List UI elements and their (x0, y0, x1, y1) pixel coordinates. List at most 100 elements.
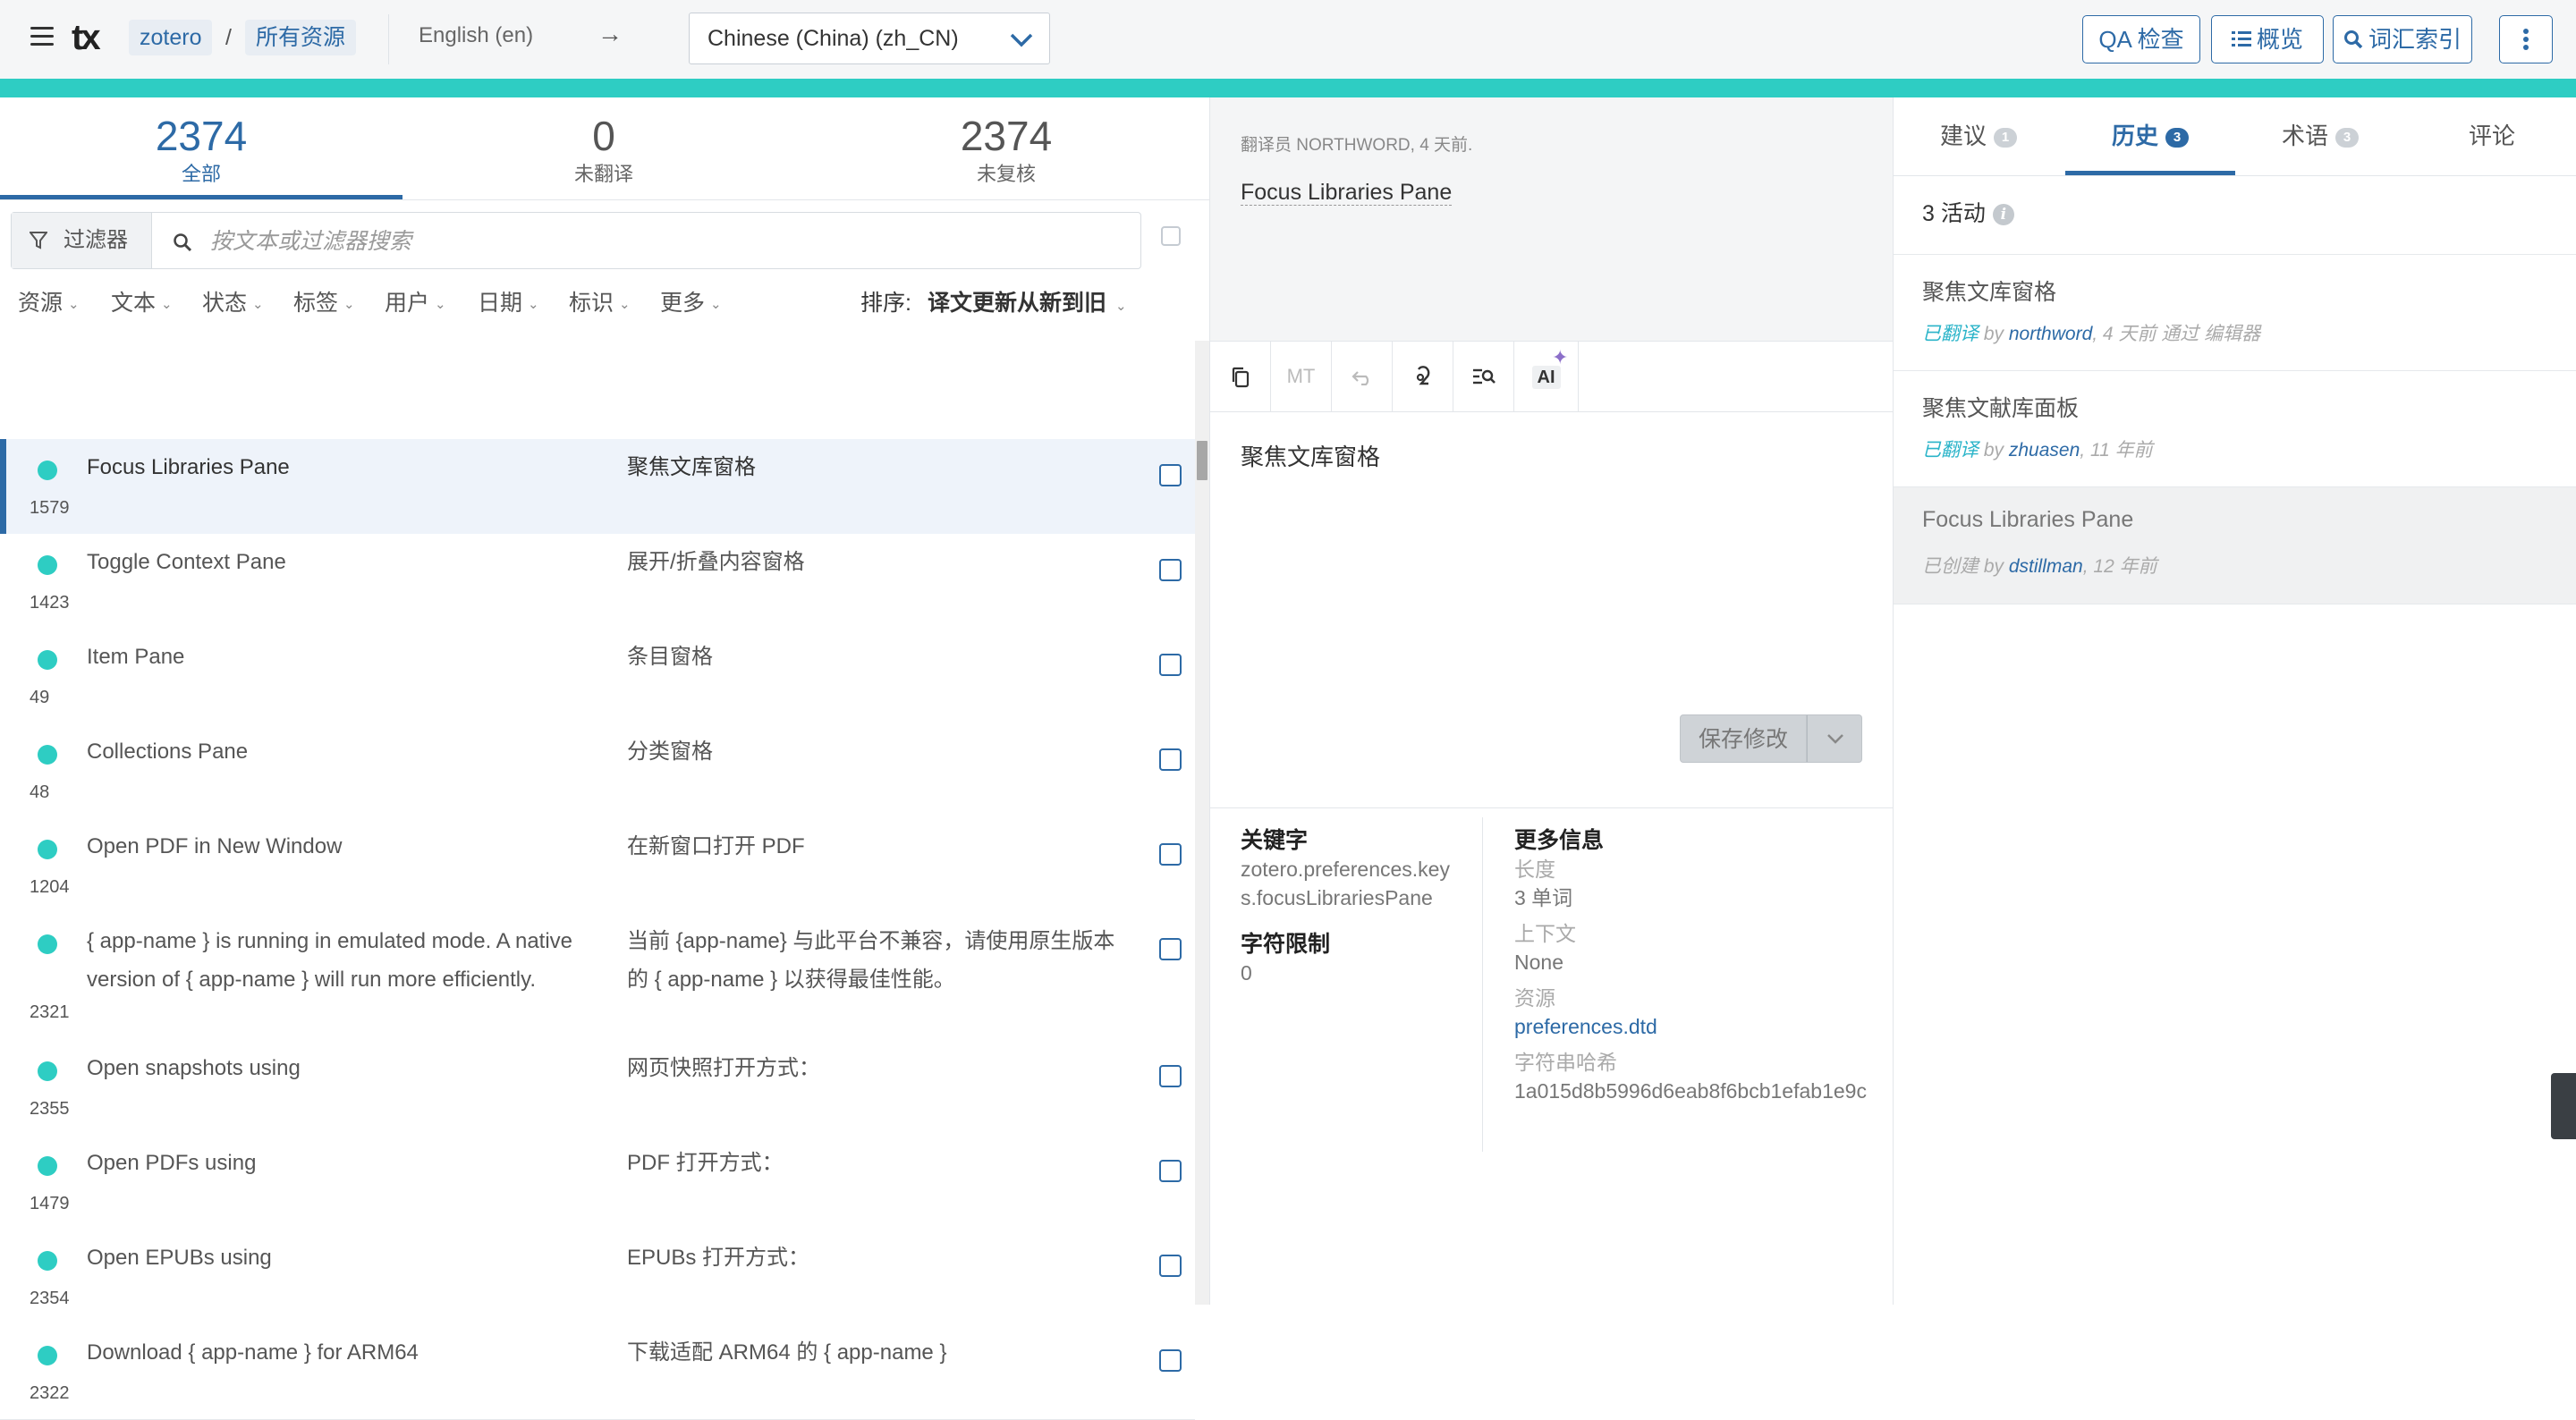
divider (1482, 817, 1483, 1152)
table-row[interactable]: 49 Item Pane 条目窗格 (0, 629, 1195, 724)
history-item[interactable]: 聚焦文库窗格 已翻译 by northword, 4 天前 通过 编辑器 (1894, 254, 2576, 371)
facet-status[interactable]: 状态 ⌄ (202, 285, 264, 317)
status-dot (38, 1346, 57, 1365)
facet-text[interactable]: 文本 ⌄ (111, 285, 173, 317)
table-row[interactable]: 1423 Toggle Context Pane 展开/折叠内容窗格 (0, 534, 1195, 630)
breadcrumb-project[interactable]: zotero (129, 20, 213, 55)
scrollbar-thumb[interactable] (1197, 441, 1208, 480)
machine-translation-button[interactable]: MT (1271, 342, 1332, 411)
qa-check-button[interactable]: QA 检查 (2082, 15, 2200, 63)
stat-unreviewed[interactable]: 2374 未复核 (805, 112, 1208, 187)
facet-flags[interactable]: 标识 ⌄ (569, 285, 631, 317)
undo-button[interactable] (1332, 342, 1393, 411)
table-row[interactable]: 2355 Open snapshots using 网页快照打开方式： (0, 1040, 1195, 1136)
facet-tags[interactable]: 标签 ⌄ (293, 285, 355, 317)
sort-select[interactable]: 排序: 译文更新从新到旧 ⌄ (860, 285, 1127, 317)
side-drawer-handle[interactable] (2551, 1073, 2576, 1139)
more-info-title: 更多信息 (1514, 828, 1605, 853)
tab-label: 评论 (2468, 123, 2515, 149)
scrollbar[interactable] (1195, 341, 1209, 1305)
table-row[interactable]: 2321 { app-name } is running in emulated… (0, 913, 1195, 1041)
logo[interactable]: tx (72, 18, 101, 57)
history-text: 聚焦文献库面板 (1922, 396, 2080, 421)
chevron-down-icon (1827, 734, 1843, 744)
context-value: None (1514, 951, 1563, 974)
source-language: English (en) (419, 23, 534, 47)
save-options-dropdown[interactable] (1807, 714, 1862, 763)
row-checkbox[interactable] (1159, 938, 1182, 960)
glossary-button[interactable]: 词汇索引 (2333, 15, 2472, 63)
table-row[interactable]: 1579 Focus Libraries Pane 聚焦文库窗格 (0, 439, 1195, 535)
table-row[interactable]: 2354 Open EPUBs using EPUBs 打开方式： (0, 1230, 1195, 1325)
source-text: Open PDFs using (87, 1151, 257, 1175)
ai-button[interactable]: AI ✦ (1514, 342, 1579, 411)
string-id: 2322 (30, 1383, 70, 1403)
facet-more[interactable]: 更多 ⌄ (660, 285, 722, 317)
tab-history[interactable]: 历史 3 (2065, 97, 2235, 174)
copy-source-button[interactable] (1210, 342, 1271, 411)
row-checkbox[interactable] (1159, 1349, 1182, 1372)
target-text: PDF 打开方式： (627, 1151, 784, 1175)
row-checkbox[interactable] (1159, 1255, 1182, 1277)
char-limit-title: 字符限制 (1241, 932, 1331, 957)
filter-button[interactable]: 过滤器 (12, 213, 152, 268)
search-text-icon (1472, 368, 1496, 385)
history-user[interactable]: zhuasen (2009, 440, 2080, 461)
tab-label: 建议 (1939, 123, 1987, 149)
row-checkbox[interactable] (1159, 843, 1182, 866)
stat-untranslated[interactable]: 0 未翻译 (402, 112, 805, 187)
translator-meta: 翻译员 NORTHWORD, 4 天前. (1241, 136, 1473, 155)
breadcrumb-resource[interactable]: 所有资源 (245, 20, 357, 55)
row-checkbox[interactable] (1159, 654, 1182, 676)
facet-resource[interactable]: 资源 ⌄ (18, 285, 80, 317)
string-id: 2354 (30, 1289, 70, 1308)
tab-comments[interactable]: 评论 (2407, 97, 2576, 174)
more-options-button[interactable] (2499, 15, 2553, 63)
status-dot (38, 650, 57, 670)
table-row[interactable]: 48 Collections Pane 分类窗格 (0, 723, 1195, 819)
chevron-down-icon: ⌄ (68, 297, 80, 313)
history-by: by (1983, 324, 2004, 344)
source-text: { app-name } is running in emulated mode… (87, 929, 573, 992)
menu-icon[interactable] (30, 27, 54, 46)
chevron-down-icon: ⌄ (435, 297, 446, 313)
find-replace-button[interactable] (1453, 342, 1514, 411)
source-string: Focus Libraries Pane (1241, 180, 1453, 206)
resource-link[interactable]: preferences.dtd (1514, 1012, 1881, 1041)
search-input[interactable] (208, 222, 1106, 261)
history-item[interactable]: Focus Libraries Pane 已创建 by dstillman, 1… (1894, 486, 2576, 604)
row-checkbox[interactable] (1159, 748, 1182, 771)
table-row[interactable]: 2322 Download { app-name } for ARM64 下载适… (0, 1324, 1195, 1420)
source-text: Download { app-name } for ARM64 (87, 1340, 419, 1365)
info-icon[interactable]: i (1992, 204, 2014, 226)
tab-terms[interactable]: 术语 3 (2235, 97, 2405, 174)
facet-date[interactable]: 日期 ⌄ (478, 285, 539, 317)
row-checkbox[interactable] (1159, 464, 1182, 486)
row-checkbox[interactable] (1159, 559, 1182, 581)
table-row[interactable]: 1204 Open PDF in New Window 在新窗口打开 PDF (0, 818, 1195, 914)
translation-editor[interactable]: 聚焦文库窗格 (1241, 439, 1380, 472)
tab-suggestions[interactable]: 建议 1 (1894, 97, 2063, 174)
history-item[interactable]: 聚焦文献库面板 已翻译 by zhuasen, 11 年前 (1894, 370, 2576, 487)
target-language-select[interactable]: Chinese (China) (zh_CN) (689, 13, 1050, 64)
target-text: 展开/折叠内容窗格 (627, 550, 805, 574)
history-status: 已翻译 (1922, 440, 1979, 461)
divider (1894, 175, 2576, 176)
facet-label: 用户 (385, 291, 430, 316)
hash-key: 字符串哈希 (1514, 1051, 1617, 1074)
select-all-checkbox[interactable] (1161, 226, 1181, 246)
row-checkbox[interactable] (1159, 1065, 1182, 1087)
stat-all[interactable]: 2374 全部 (0, 112, 402, 187)
row-checkbox[interactable] (1159, 1160, 1182, 1182)
undo-icon (1351, 371, 1368, 386)
save-button[interactable]: 保存修改 (1680, 714, 1807, 763)
target-text: EPUBs 打开方式： (627, 1246, 810, 1270)
table-row[interactable]: 1479 Open PDFs using PDF 打开方式： (0, 1135, 1195, 1230)
overview-button[interactable]: 概览 (2211, 15, 2324, 63)
facet-user[interactable]: 用户 ⌄ (385, 285, 446, 317)
history-user[interactable]: northword (2009, 324, 2092, 344)
history-user[interactable]: dstillman (2009, 556, 2083, 577)
string-id: 2355 (30, 1099, 70, 1119)
special-characters-button[interactable] (1393, 342, 1453, 411)
context-key: 上下文 (1514, 922, 1576, 945)
